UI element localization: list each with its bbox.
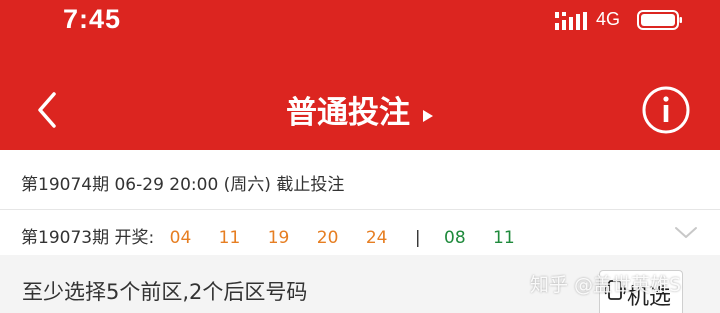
watermark: 知乎 @盖世英雄S [530, 274, 682, 296]
front-number: 19 [267, 228, 290, 248]
deadline-text: 第19074期 06-29 20:00 (周六) 截止投注 [21, 175, 345, 195]
front-number: 04 [169, 228, 192, 248]
info-button[interactable] [641, 85, 691, 135]
deadline-row: 第19074期 06-29 20:00 (周六) 截止投注 [0, 150, 720, 210]
status-time: 7:45 [63, 4, 122, 34]
draw-label: 第19073期 开奖: [21, 228, 155, 248]
front-number: 24 [365, 228, 388, 248]
app-header: 7:45 4G 普通投注 [0, 0, 720, 150]
selection-instruction: 至少选择5个前区,2个后区号码 [22, 280, 308, 304]
last-draw-row[interactable]: 第19073期 开奖: 04 11 19 20 24 | 08 11 [0, 210, 720, 255]
battery-icon [637, 10, 682, 30]
last-draw-text: 第19073期 开奖: 04 11 19 20 24 | 08 11 [21, 223, 537, 248]
front-number: 11 [218, 228, 241, 248]
chevron-down-icon[interactable] [674, 226, 698, 240]
caret-icon [423, 110, 433, 122]
front-number: 20 [316, 228, 339, 248]
page-title: 普通投注 [286, 94, 410, 131]
title-dropdown[interactable]: 普通投注 [0, 68, 720, 150]
nav-bar: 普通投注 [0, 68, 720, 150]
network-type: 4G [596, 9, 621, 29]
draw-separator: | [414, 228, 421, 248]
back-number: 08 [444, 228, 466, 248]
back-number: 11 [493, 228, 515, 248]
signal-icon [555, 12, 587, 30]
status-bar: 7:45 4G [0, 0, 720, 44]
back-button[interactable] [28, 88, 68, 132]
